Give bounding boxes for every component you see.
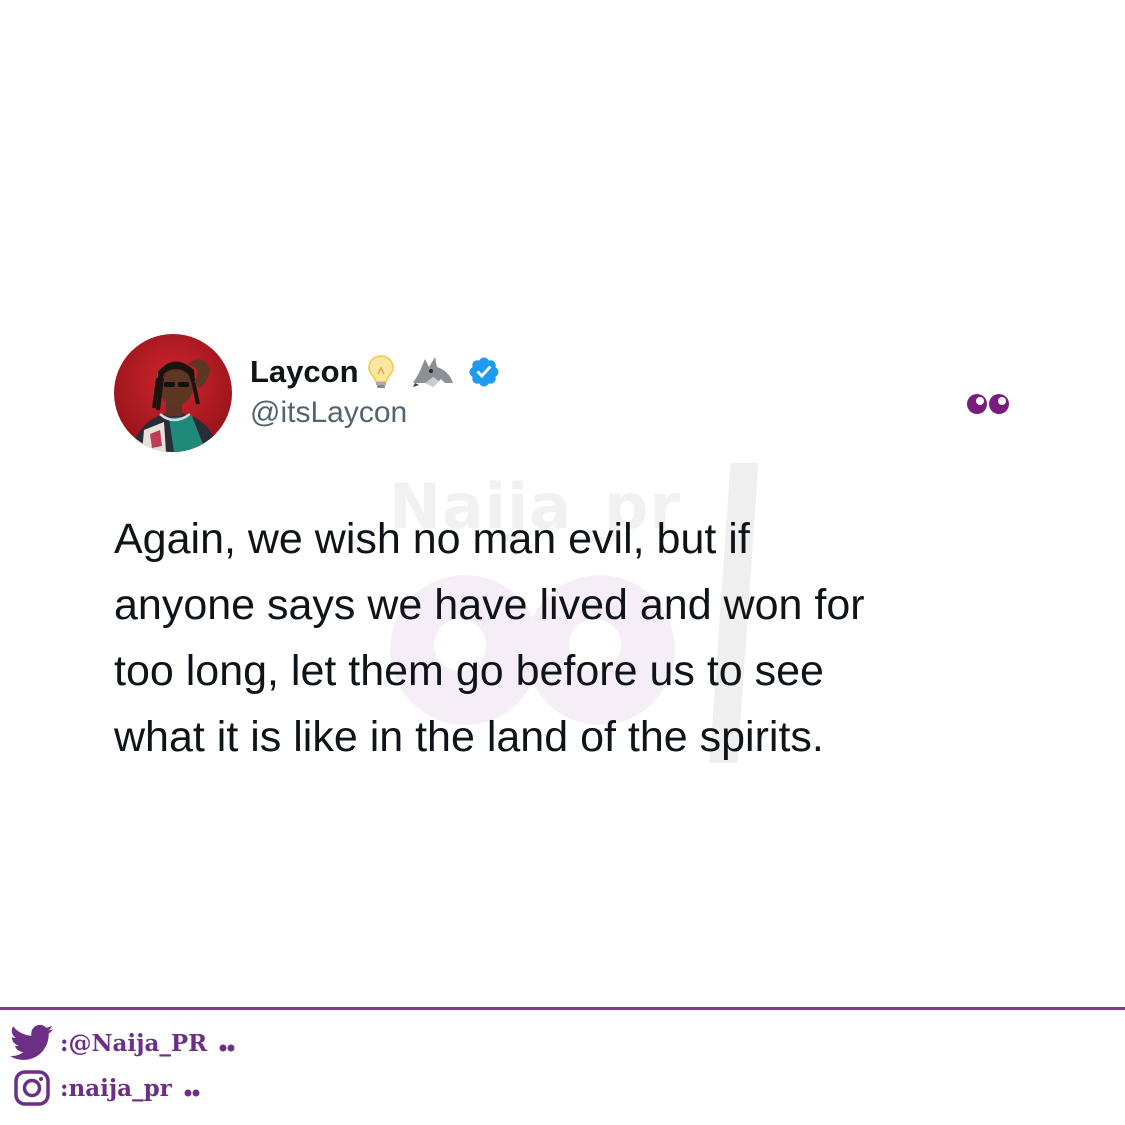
user-handle[interactable]: @itsLaycon — [250, 396, 407, 430]
tweet-author-row: Laycon — [250, 352, 501, 392]
avatar-image — [114, 334, 232, 452]
instagram-credit[interactable]: :naija_pr — [10, 1068, 200, 1108]
verified-badge-icon — [469, 357, 499, 387]
lightbulb-icon — [367, 355, 394, 388]
wolf-icon — [412, 357, 453, 387]
mini-eyes-icon — [219, 1044, 235, 1052]
display-name[interactable]: Laycon — [250, 354, 359, 390]
mini-eyes-icon — [184, 1089, 200, 1097]
twitter-handle: :@Naija_PR — [60, 1029, 208, 1057]
eyes-icon — [967, 394, 1009, 414]
instagram-handle: :naija_pr — [60, 1074, 172, 1102]
twitter-bird-icon — [10, 1024, 54, 1060]
twitter-credit[interactable]: :@Naija_PR — [10, 1024, 235, 1062]
instagram-icon — [14, 1070, 50, 1106]
tweet-text: Again, we wish no man evil, but if anyon… — [114, 515, 865, 761]
footer-divider — [0, 1007, 1125, 1010]
avatar[interactable] — [114, 334, 232, 452]
